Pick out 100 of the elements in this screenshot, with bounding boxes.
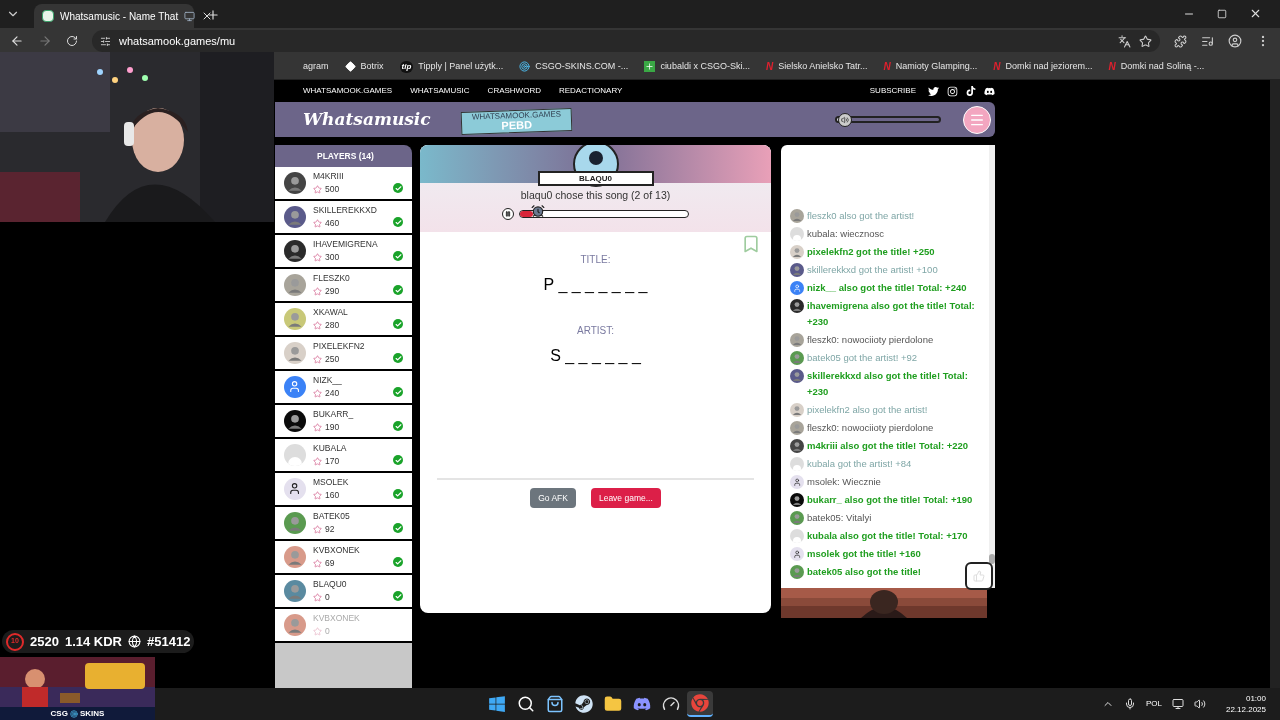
- player-name: BUKARR_: [313, 408, 354, 421]
- player-score: 92: [325, 523, 335, 536]
- chat-message: pixelekfn2 also got the artist!: [807, 403, 928, 417]
- chat-message: batek05 also got the title!: [807, 565, 922, 579]
- search-icon: [516, 695, 535, 713]
- bookmark-favicon: N: [765, 60, 774, 74]
- star-icon: [313, 185, 322, 194]
- volume-icon[interactable]: [1193, 698, 1206, 710]
- player-score: 160: [325, 489, 340, 502]
- action-button[interactable]: Leave game...: [590, 488, 661, 508]
- bookmark-item[interactable]: agram: [303, 59, 329, 74]
- nav-link[interactable]: WHATSAMOOK.GAMES: [303, 85, 393, 97]
- extensions-icon[interactable]: [1174, 34, 1187, 48]
- maximize-icon[interactable]: [1217, 8, 1227, 19]
- nav-link[interactable]: REDACTIONARY: [558, 85, 623, 97]
- taskbar-app[interactable]: [686, 691, 713, 717]
- bookmark-item[interactable]: N Namioty Glamping...: [883, 59, 978, 74]
- bookmark-item[interactable]: CSGO-SKINS.COM -...: [519, 59, 629, 74]
- player-row[interactable]: NIZK__ 240: [275, 371, 412, 405]
- network-icon[interactable]: [1171, 698, 1184, 710]
- star-icon: [313, 287, 322, 296]
- player-row[interactable]: BUKARR_ 190: [275, 405, 412, 439]
- bookmark-item[interactable]: ciubaldi x CSGO-Ski...: [644, 59, 750, 74]
- reload-icon[interactable]: [66, 35, 78, 47]
- artist-hint: S _ _ _ _ _ _: [550, 346, 641, 366]
- player-row[interactable]: BLAQU0 0: [275, 575, 412, 609]
- player-name: KVBXONEK: [313, 612, 360, 625]
- bookmark-item[interactable]: N Domki nad Soliną -...: [1108, 59, 1205, 74]
- discord-icon[interactable]: [984, 85, 995, 97]
- chat-message: fleszk0: nowociioty pierdolone: [807, 333, 934, 347]
- player-row[interactable]: SKILLEREKKXD 460: [275, 201, 412, 235]
- player-row[interactable]: BATEK05 92: [275, 507, 412, 541]
- chat-message: bukarr_ also got the title! Total: +190: [807, 493, 973, 507]
- player-row[interactable]: PIXELEKFN2 250: [275, 337, 412, 371]
- player-row[interactable]: KUBALA 170: [275, 439, 412, 473]
- chat-message: fleszk0: nowociioty pierdolone: [807, 421, 934, 435]
- player-score: 240: [325, 387, 340, 400]
- input-language[interactable]: POL: [1145, 698, 1162, 710]
- star-icon: [313, 627, 322, 636]
- bookmark-item[interactable]: N Sielsko Anielsko Tatr...: [765, 59, 868, 74]
- site-logo[interactable]: Whatsamusic: [303, 106, 431, 133]
- tab-favicon: [42, 10, 54, 22]
- player-name: KUBALA: [313, 442, 347, 455]
- star-icon: [313, 355, 322, 364]
- new-tab-icon[interactable]: [206, 8, 220, 22]
- bookmark-item[interactable]: tip Tipply | Panel użytk...: [399, 59, 504, 74]
- player-row[interactable]: IHAVEMIGRENA 300: [275, 235, 412, 269]
- player-score: 0: [325, 591, 330, 604]
- player-row[interactable]: MSOLEK 160: [275, 473, 412, 507]
- translate-icon[interactable]: [1118, 34, 1131, 48]
- subscribe-link[interactable]: SUBSCRIBE: [869, 85, 916, 97]
- clock[interactable]: 01:00 22.12.2025: [1225, 693, 1266, 715]
- room-code: PEBD: [500, 119, 532, 132]
- site-info-icon[interactable]: [100, 35, 111, 47]
- chat-scrollbar[interactable]: [989, 145, 995, 588]
- artist-label: ARTIST:: [576, 324, 614, 338]
- room-site: WHATSAMOOK.GAMES: [471, 110, 561, 122]
- windows-icon: [487, 695, 506, 713]
- player-row[interactable]: FLESZK0 290: [275, 269, 412, 303]
- chat-message: m4kriii also got the title! Total: +220: [807, 439, 969, 453]
- pause-button[interactable]: [502, 207, 514, 220]
- player-row[interactable]: M4KRIII 500: [275, 167, 412, 201]
- bookmark-item[interactable]: N Domki nad jeziorem...: [993, 59, 1093, 74]
- nav-link[interactable]: CRASHWORD: [487, 85, 541, 97]
- brand-right: SKINS: [79, 707, 105, 720]
- media-icon[interactable]: [1201, 34, 1214, 48]
- twitter-icon[interactable]: [928, 85, 939, 97]
- title-label: TITLE:: [580, 253, 611, 267]
- globe-icon: [128, 635, 141, 648]
- instagram-icon[interactable]: [947, 85, 958, 97]
- player-row[interactable]: KVBXONEK 69: [275, 541, 412, 575]
- profile-icon[interactable]: [1228, 34, 1242, 48]
- chat-message: kubala also got the title! Total: +170: [807, 529, 968, 543]
- tiktok-icon[interactable]: [966, 86, 976, 96]
- action-button[interactable]: Go AFK: [530, 488, 576, 508]
- back-icon[interactable]: [10, 34, 24, 48]
- page-scrollbar[interactable]: [1270, 80, 1280, 688]
- player-row[interactable]: XKAWAL 280: [275, 303, 412, 337]
- star-icon: [313, 457, 322, 466]
- player-score: 0: [325, 625, 330, 638]
- star-icon: [313, 559, 322, 568]
- menu-button[interactable]: [963, 105, 991, 134]
- bookmark-item[interactable]: Botrix: [344, 59, 384, 74]
- bookmark-star-icon[interactable]: [1139, 34, 1152, 48]
- like-button[interactable]: [965, 562, 993, 590]
- player-name: KVBXONEK: [313, 544, 360, 557]
- player-name: NIZK__: [313, 374, 342, 387]
- volume-thumb[interactable]: [837, 112, 852, 127]
- microphone-icon[interactable]: [1123, 698, 1136, 710]
- forward-icon[interactable]: [38, 34, 52, 48]
- address-bar[interactable]: whatsamook.games/mu: [92, 30, 1160, 52]
- chat-message: pixelekfn2 got the title! +250: [807, 245, 935, 259]
- dial-icon: [661, 695, 680, 713]
- chrome-icon: [690, 694, 709, 712]
- player-name: M4KRIII: [313, 170, 344, 183]
- thumbs-up-icon: [973, 570, 985, 582]
- nav-link[interactable]: WHATSAMUSIC: [410, 85, 470, 97]
- folder-icon: [603, 695, 622, 713]
- target-icon: [519, 61, 531, 72]
- close-icon[interactable]: [1249, 7, 1262, 20]
